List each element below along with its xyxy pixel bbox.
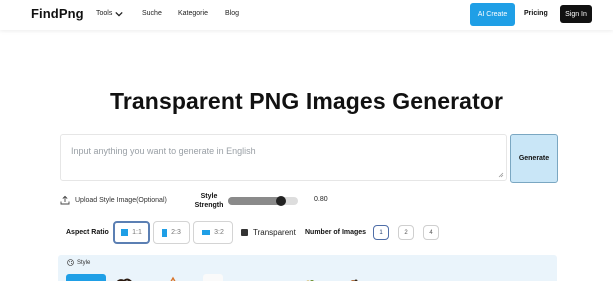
num-images-1-button[interactable]: 1 bbox=[373, 225, 389, 240]
ai-create-button[interactable]: AI Create bbox=[470, 3, 515, 26]
prompt-input[interactable]: Input anything you want to generate in E… bbox=[60, 134, 507, 181]
style-option-selected[interactable] bbox=[66, 274, 106, 281]
style-strength-label: Style Strength bbox=[194, 193, 224, 209]
nav-tools-menu[interactable]: Tools bbox=[96, 10, 123, 17]
square-icon bbox=[121, 229, 129, 236]
pricing-link[interactable]: Pricing bbox=[524, 10, 548, 17]
transparent-label: Transparent bbox=[253, 228, 296, 237]
nav-tools-label: Tools bbox=[96, 10, 113, 17]
landscape-icon bbox=[202, 230, 211, 235]
aspect-ratio-2-3-button[interactable]: 2:3 bbox=[153, 221, 190, 244]
resize-grip-icon[interactable] bbox=[498, 172, 504, 178]
aspect-ratio-1-1-button[interactable]: 1:1 bbox=[113, 221, 150, 244]
top-navbar: FindPng Tools Suche Kategorie Blog AI Cr… bbox=[0, 0, 613, 30]
nav-suche-link[interactable]: Suche bbox=[142, 10, 162, 17]
aspect-ratio-label: Aspect Ratio bbox=[66, 229, 109, 236]
transparent-checkbox[interactable] bbox=[241, 229, 248, 236]
transparent-toggle[interactable]: Transparent bbox=[241, 228, 296, 237]
aspect-ratio-label-1: 1:1 bbox=[132, 229, 142, 236]
sign-in-button[interactable]: Sign In bbox=[560, 5, 592, 23]
aspect-ratio-label-2: 2:3 bbox=[171, 229, 181, 236]
number-of-images-label: Number of Images bbox=[305, 229, 367, 236]
upload-icon bbox=[60, 195, 70, 205]
upload-style-image-button[interactable]: Upload Style Image(Optional) bbox=[60, 195, 167, 205]
num-images-4-button[interactable]: 4 bbox=[423, 225, 439, 240]
style-option[interactable] bbox=[347, 274, 361, 281]
aspect-ratio-3-2-button[interactable]: 3:2 bbox=[193, 221, 233, 244]
portrait-icon bbox=[162, 228, 168, 237]
slider-fill bbox=[228, 197, 281, 205]
style-panel: Style bbox=[58, 255, 557, 281]
page-title: Transparent PNG Images Generator bbox=[109, 88, 504, 114]
nav-kategorie-link[interactable]: Kategorie bbox=[178, 10, 208, 17]
palette-icon bbox=[67, 259, 74, 266]
chevron-down-icon bbox=[115, 11, 123, 17]
style-heading-label: Style bbox=[77, 259, 91, 266]
aspect-ratio-label-3: 3:2 bbox=[214, 229, 224, 236]
style-option[interactable] bbox=[113, 274, 135, 281]
slider-thumb[interactable] bbox=[276, 196, 286, 206]
num-images-2-button[interactable]: 2 bbox=[398, 225, 414, 240]
prompt-placeholder: Input anything you want to generate in E… bbox=[71, 146, 256, 156]
upload-label: Upload Style Image(Optional) bbox=[75, 196, 167, 204]
style-strength-slider[interactable] bbox=[228, 196, 298, 206]
style-strength-value: 0.80 bbox=[314, 196, 328, 203]
style-option[interactable] bbox=[203, 274, 223, 281]
style-heading: Style bbox=[67, 259, 90, 266]
nav-blog-link[interactable]: Blog bbox=[225, 10, 239, 17]
generate-button[interactable]: Generate bbox=[510, 134, 558, 183]
style-option[interactable] bbox=[303, 274, 317, 281]
style-option[interactable] bbox=[166, 274, 180, 281]
logo[interactable]: FindPng bbox=[31, 6, 84, 21]
